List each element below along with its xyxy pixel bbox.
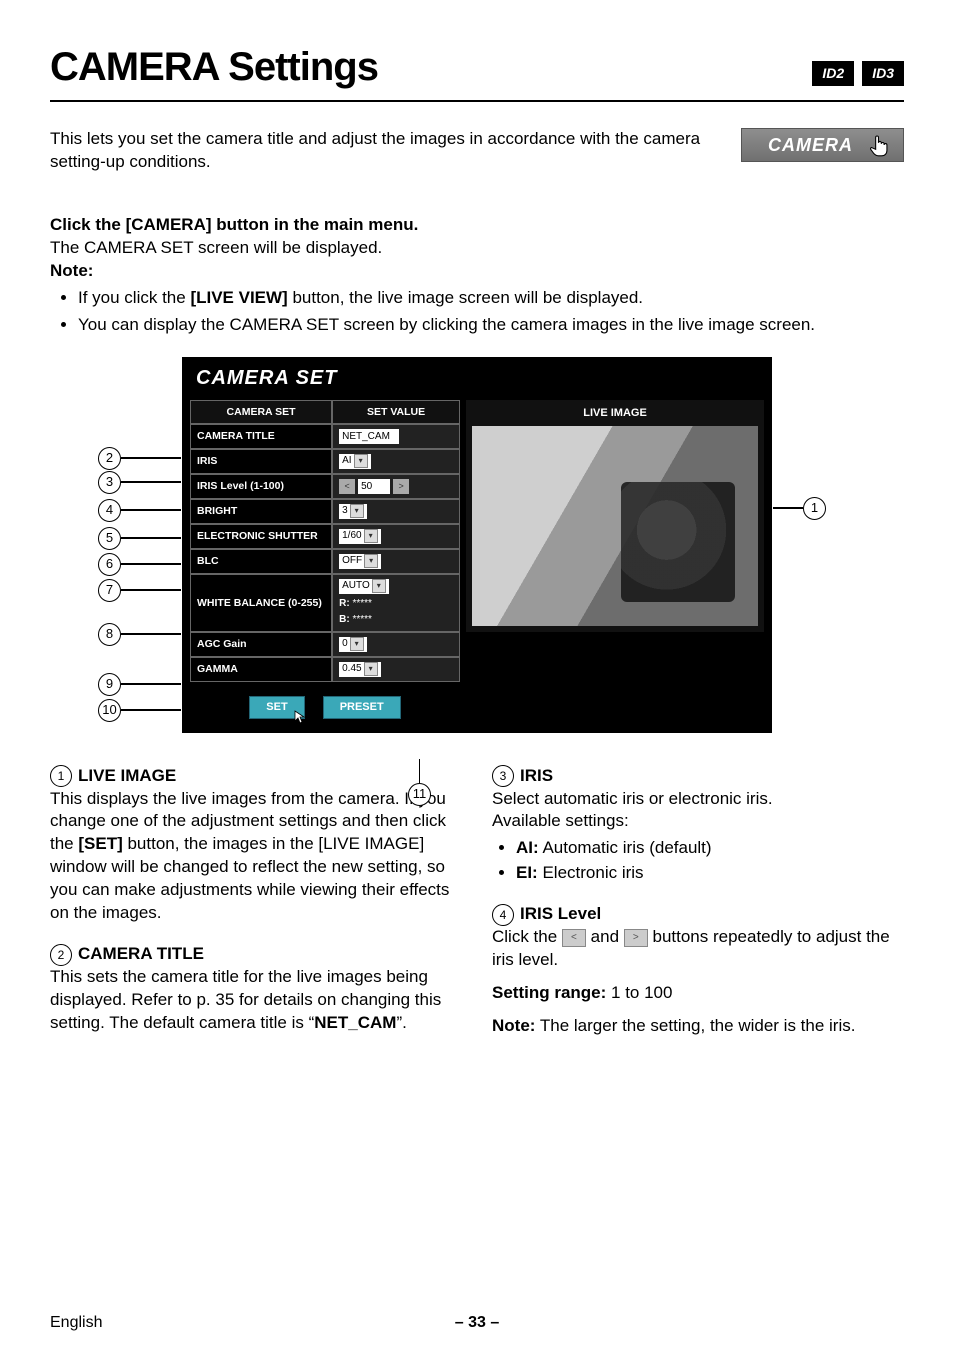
callout-11: 11 [408, 783, 431, 806]
chevron-down-icon: ▾ [364, 529, 378, 543]
camera-title-input[interactable]: NET_CAM [339, 429, 399, 444]
camera-menu-button[interactable]: CAMERA [741, 128, 904, 162]
callout-5: 5 [98, 527, 121, 550]
instruction-click-line: Click the [CAMERA] button in the main me… [50, 214, 904, 237]
section-title: IRIS Level [520, 903, 601, 926]
camera-menu-button-label: CAMERA [768, 133, 853, 157]
section-number: 3 [492, 765, 514, 787]
wb-mode-select[interactable]: AUTO▾ [339, 579, 389, 594]
section-body: Click the < and > buttons repeatedly to … [492, 926, 904, 1038]
section-number: 2 [50, 944, 72, 966]
callout-2: 2 [98, 447, 121, 470]
chevron-down-icon: ▾ [372, 579, 386, 593]
bright-select[interactable]: 3▾ [339, 504, 367, 519]
row-label: WHITE BALANCE (0-255) [190, 574, 332, 632]
row-label: IRIS Level (1-100) [190, 474, 332, 499]
chevron-down-icon: ▾ [364, 554, 378, 568]
live-image-header: LIVE IMAGE [466, 400, 764, 427]
live-image-preview[interactable] [472, 426, 758, 626]
blc-select[interactable]: OFF▾ [339, 554, 381, 569]
row-label: ELECTRONIC SHUTTER [190, 524, 332, 549]
section-number: 4 [492, 904, 514, 926]
hand-cursor-icon [867, 132, 893, 158]
agc-select[interactable]: 0▾ [339, 637, 367, 652]
preset-button[interactable]: PRESET [323, 696, 401, 719]
callout-7: 7 [98, 579, 121, 602]
live-image-panel: LIVE IMAGE [466, 400, 764, 633]
iris-select[interactable]: AI▾ [339, 454, 370, 469]
id-badge: ID2 [812, 61, 854, 86]
increase-button-icon: > [624, 929, 648, 947]
row-label: AGC Gain [190, 632, 332, 657]
callout-3: 3 [98, 471, 121, 494]
row-label: IRIS [190, 449, 332, 474]
instruction-screen-line: The CAMERA SET screen will be displayed. [50, 237, 904, 260]
callout-10: 10 [98, 699, 121, 722]
section-body: This displays the live images from the c… [50, 788, 462, 926]
section-body: This sets the camera title for the live … [50, 966, 462, 1035]
cursor-arrow-icon [294, 710, 306, 724]
shutter-select[interactable]: 1/60▾ [339, 529, 380, 544]
row-label: CAMERA TITLE [190, 424, 332, 449]
decrease-button-icon: < [562, 929, 586, 947]
gamma-select[interactable]: 0.45▾ [339, 662, 380, 677]
chevron-down-icon: ▾ [364, 662, 378, 676]
callout-9: 9 [98, 673, 121, 696]
footer-language: English [50, 1312, 102, 1334]
window-title: CAMERA SET [182, 357, 772, 400]
settings-table: CAMERA SET SET VALUE CAMERA TITLE NET_CA… [190, 400, 460, 727]
section-title: IRIS [520, 765, 553, 788]
row-label: BLC [190, 549, 332, 574]
iris-level-decrease-button[interactable]: < [339, 479, 355, 494]
callout-4: 4 [98, 499, 121, 522]
id-badge: ID3 [862, 61, 904, 86]
footer-page-number: – 33 – [455, 1312, 499, 1334]
callout-8: 8 [98, 623, 121, 646]
iris-level-input[interactable]: 50 [358, 479, 390, 494]
note-label: Note: [50, 260, 904, 283]
col-header-value: SET VALUE [332, 400, 460, 424]
chevron-down-icon: ▾ [354, 454, 368, 468]
row-label: BRIGHT [190, 499, 332, 524]
set-button[interactable]: SET [249, 696, 304, 719]
page-title: CAMERA Settings [50, 40, 378, 94]
iris-level-increase-button[interactable]: > [393, 479, 409, 494]
note-item: If you click the [LIVE VIEW] button, the… [78, 287, 904, 310]
callout-6: 6 [98, 553, 121, 576]
section-title: LIVE IMAGE [78, 765, 176, 788]
note-item: You can display the CAMERA SET screen by… [78, 314, 904, 337]
section-title: CAMERA TITLE [78, 943, 204, 966]
callout-1: 1 [803, 497, 826, 520]
row-label: GAMMA [190, 657, 332, 682]
chevron-down-icon: ▾ [350, 504, 364, 518]
section-number: 1 [50, 765, 72, 787]
camera-set-window: CAMERA SET CAMERA SET SET VALUE CAMERA T… [182, 357, 772, 733]
chevron-down-icon: ▾ [350, 637, 364, 651]
section-body: Select automatic iris or electronic iris… [492, 788, 904, 886]
col-header-label: CAMERA SET [190, 400, 332, 424]
